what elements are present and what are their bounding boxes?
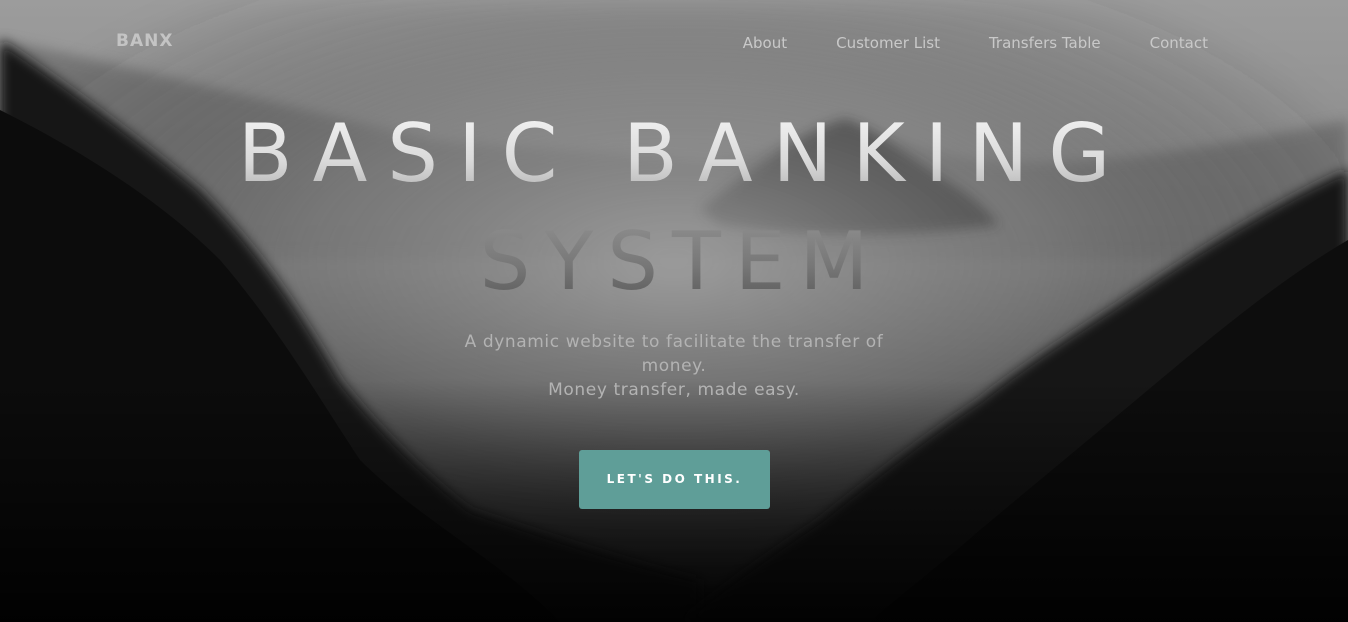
nav-link-contact[interactable]: Contact: [1150, 34, 1208, 52]
nav-item-about: About: [743, 33, 787, 52]
hero-title-line-2: SYSTEM: [0, 222, 1348, 302]
top-navigation: BANX About Customer List Transfers Table…: [0, 0, 1348, 86]
nav-link-transfers-table[interactable]: Transfers Table: [989, 34, 1101, 52]
nav-links: About Customer List Transfers Table Cont…: [743, 33, 1208, 52]
tagline-slogan: Money transfer, made easy.: [548, 380, 800, 400]
tagline-description: A dynamic website to facilitate the tran…: [464, 332, 884, 376]
nav-item-transfers-table: Transfers Table: [989, 33, 1101, 52]
nav-link-customer-list[interactable]: Customer List: [836, 34, 940, 52]
nav-link-about[interactable]: About: [743, 34, 787, 52]
background-image-foggy-mountains: [0, 0, 1348, 622]
hero-section: BANX About Customer List Transfers Table…: [0, 0, 1348, 622]
hero-title-line-1: BASIC BANKING: [0, 114, 1348, 194]
cta-button[interactable]: LET'S DO THIS.: [579, 450, 770, 509]
nav-item-contact: Contact: [1150, 33, 1208, 52]
brand-logo[interactable]: BANX: [116, 31, 173, 51]
hero-tagline: A dynamic website to facilitate the tran…: [0, 330, 1348, 402]
nav-item-customer-list: Customer List: [836, 33, 940, 52]
